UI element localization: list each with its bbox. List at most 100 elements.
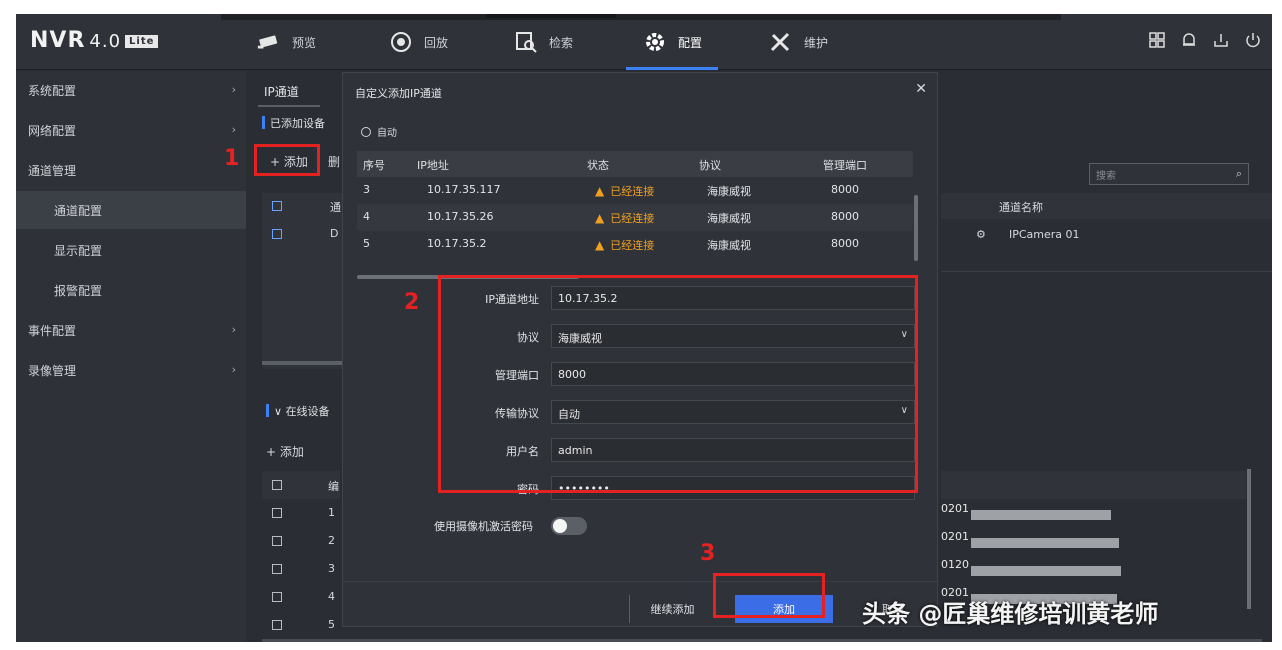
section-online-devices: ∨ 在线设备 — [266, 403, 330, 419]
row-port: 8000 — [831, 210, 859, 223]
sidebar-item-display-config[interactable]: 显示配置 — [16, 231, 246, 269]
delete-button[interactable]: 删 — [328, 153, 340, 170]
channel-name: IPCamera 01 — [1009, 228, 1080, 241]
radio-label: 自动 — [377, 128, 397, 139]
ip-prefix: 0201 — [941, 502, 969, 515]
nav-maintain-label: 维护 — [804, 35, 829, 50]
activation-password-toggle[interactable] — [551, 517, 587, 535]
nav-search[interactable]: 检索 — [513, 14, 573, 70]
row-checkbox[interactable] — [272, 229, 282, 239]
row-checkbox[interactable] — [272, 564, 282, 574]
table-row[interactable]: 4 — [262, 583, 340, 611]
sidebar-item-channel-mgmt[interactable]: 通道管理 — [16, 151, 246, 189]
table-row[interactable]: 5 10.17.35.2 已经连接 海康威视 8000 — [357, 231, 913, 258]
row-ip: 10.17.35.117 — [427, 183, 501, 196]
row-checkbox[interactable] — [272, 592, 282, 602]
table-row[interactable]: 5 — [262, 611, 340, 639]
sidebar-item-network[interactable]: 网络配置 › — [16, 111, 246, 149]
status-badge: 已经连接 — [595, 183, 654, 199]
sidebar-item-record[interactable]: 录像管理 › — [16, 351, 246, 389]
row-no: 4 — [363, 210, 370, 223]
search-icon — [513, 31, 539, 53]
row-number: 5 — [328, 618, 335, 631]
nav-maintain[interactable]: 维护 — [768, 14, 828, 70]
nav-preview[interactable]: 预览 — [256, 14, 316, 70]
logo-version: 4.0 — [89, 31, 122, 52]
row-protocol: 海康威视 — [707, 185, 751, 198]
grid-icon[interactable] — [1148, 31, 1166, 49]
row-protocol: 海康威视 — [707, 239, 751, 252]
row-ip: 10.17.35.2 — [427, 237, 487, 250]
table-header: 通 — [262, 193, 342, 219]
collapse-icon[interactable]: ∨ — [274, 405, 286, 418]
magnifier-icon[interactable]: ⌕ — [1236, 167, 1242, 181]
toggle-knob — [553, 519, 567, 533]
search-placeholder: 搜索 — [1096, 171, 1116, 182]
tab-underline — [258, 105, 320, 107]
sidebar-item-label: 事件配置 — [28, 323, 77, 338]
list-item[interactable]: 0120 — [941, 558, 1241, 584]
bottom-scrollbar[interactable] — [262, 639, 1262, 642]
row-checkbox[interactable] — [272, 536, 282, 546]
redacted-bar — [971, 566, 1121, 576]
row-number: 3 — [328, 562, 335, 575]
bell-icon[interactable] — [1180, 31, 1198, 49]
table-row[interactable]: D — [262, 221, 342, 247]
tab-ip-channel[interactable]: IP通道 — [264, 83, 299, 100]
sidebar-item-alarm-config[interactable]: 报警配置 — [16, 271, 246, 309]
chevron-right-icon: › — [231, 363, 236, 376]
auto-radio[interactable]: 自动 — [361, 124, 397, 139]
status-badge: 已经连接 — [595, 237, 654, 253]
v-scrollbar[interactable] — [1247, 469, 1251, 609]
close-icon[interactable]: ✕ — [915, 81, 927, 97]
continue-add-button[interactable]: 继续添加 — [629, 595, 715, 623]
sidebar-item-label: 显示配置 — [54, 243, 103, 258]
sidebar-item-system[interactable]: 系统配置 › — [16, 71, 246, 109]
sidebar-item-label: 报警配置 — [54, 283, 103, 298]
sidebar-item-event[interactable]: 事件配置 › — [16, 311, 246, 349]
redacted-bar — [971, 510, 1111, 520]
ip-prefix: 0120 — [941, 558, 969, 571]
radio-button[interactable] — [361, 126, 371, 137]
table-cell: D — [330, 227, 339, 240]
table-row[interactable]: 1 — [262, 499, 340, 527]
power-icon[interactable] — [1244, 31, 1262, 49]
table-header: 编 — [262, 471, 340, 499]
row-number: 2 — [328, 534, 335, 547]
logo-edition: Lite — [125, 35, 159, 48]
table-row[interactable]: 2 — [262, 527, 340, 555]
list-item[interactable]: 0201 — [941, 530, 1241, 556]
table-row[interactable]: 3 10.17.35.117 已经连接 海康威视 8000 — [357, 177, 913, 204]
row-number: 4 — [328, 590, 335, 603]
annotation-box-2 — [438, 275, 918, 493]
table-row[interactable]: ⚙ IPCamera 01 — [941, 222, 1272, 248]
divider — [941, 271, 1272, 272]
row-checkbox[interactable] — [272, 508, 282, 518]
app-logo: NVR 4.0 Lite — [30, 28, 159, 53]
select-all-checkbox[interactable] — [272, 480, 282, 490]
v-scrollbar[interactable] — [914, 195, 918, 261]
sidebar-item-label: 系统配置 — [28, 83, 77, 98]
table-row[interactable]: 4 10.17.35.26 已经连接 海康威视 8000 — [357, 204, 913, 231]
table-row[interactable]: 3 — [262, 555, 340, 583]
h-scrollbar[interactable] — [262, 361, 342, 365]
list-item[interactable]: 0201 — [941, 502, 1241, 528]
nav-config[interactable]: 配置 — [625, 14, 719, 70]
sidebar-item-channel-config[interactable]: 通道配置 — [16, 191, 246, 229]
export-icon[interactable] — [1212, 31, 1230, 49]
sidebar-item-label: 通道管理 — [28, 163, 77, 178]
add-online-button[interactable]: + 添加 — [266, 443, 304, 460]
row-protocol: 海康威视 — [707, 212, 751, 225]
activation-password-label: 使用摄像机激活密码 — [434, 520, 533, 533]
sidebar: 系统配置 › 网络配置 › 通道管理 通道配置 显示配置 报警配置 事件配置 › 录像… — [16, 71, 246, 642]
camera-icon — [256, 31, 282, 53]
table-header: 序号 IP地址 状态 协议 管理端口 — [357, 151, 913, 177]
select-all-checkbox[interactable] — [272, 201, 282, 211]
search-input[interactable]: 搜索 ⌕ — [1089, 163, 1249, 185]
settings-icon[interactable]: ⚙ — [976, 228, 986, 241]
chevron-right-icon: › — [231, 323, 236, 336]
column-no: 序号 — [363, 159, 385, 172]
nav-playback[interactable]: 回放 — [388, 14, 448, 70]
row-checkbox[interactable] — [272, 620, 282, 630]
online-devices-table: 编 1 2 3 4 5 — [262, 471, 340, 641]
